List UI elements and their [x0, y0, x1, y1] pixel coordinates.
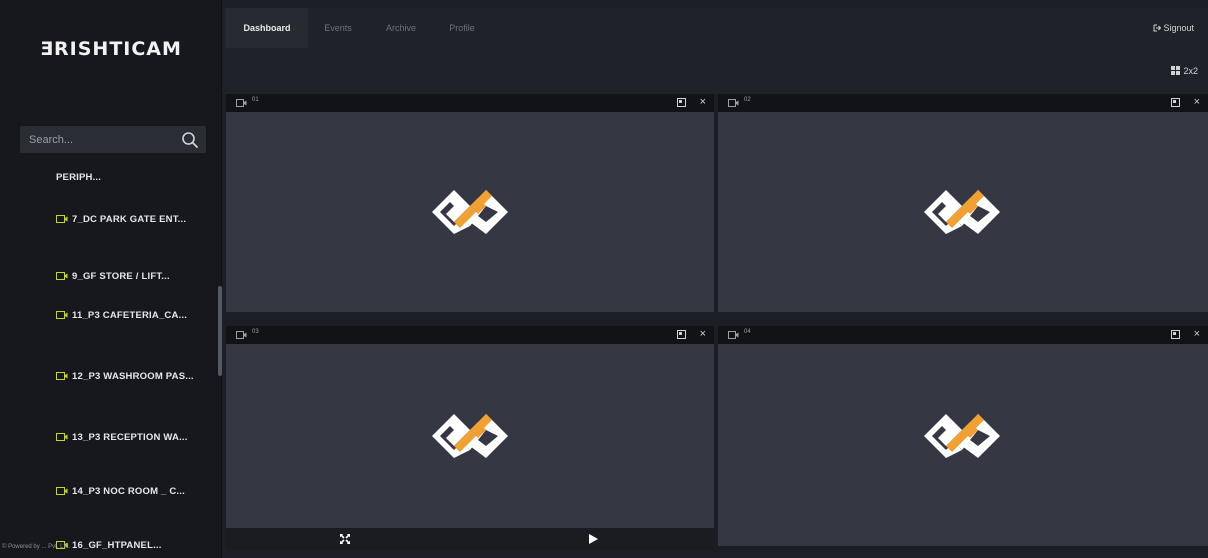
- layout-label: 2x2: [1183, 66, 1198, 76]
- sidebar: ƎRISHTICAM PERIPH... 7_DC PARK GATE ENT.…: [0, 0, 222, 558]
- playback-controls: [226, 528, 714, 550]
- close-icon[interactable]: ×: [700, 327, 706, 341]
- search-box: [20, 126, 206, 153]
- tile-header: 04 ×: [718, 326, 1208, 344]
- tile-header: 02 ×: [718, 94, 1208, 112]
- camera-item-label: 13_P3 RECEPTION WA...: [72, 432, 188, 443]
- camera-icon: [236, 331, 247, 339]
- camera-item-label: PERIPH...: [56, 172, 102, 183]
- camera-item-label: 14_P3 NOC ROOM _ C...: [72, 486, 185, 497]
- camera-item-label: 11_P3 CAFETERIA_CA...: [72, 310, 188, 321]
- tile-label: 04: [744, 329, 751, 335]
- camera-item[interactable]: 11_P3 CAFETERIA_CA...: [56, 310, 196, 322]
- fullscreen-icon[interactable]: [340, 534, 350, 544]
- tile-header: 01 ×: [226, 94, 714, 112]
- drishticam-logo-icon: [432, 190, 508, 234]
- tile-label: 02: [744, 97, 751, 103]
- camera-icon: [236, 99, 247, 107]
- camera-item[interactable]: 9_GF STORE / LIFT...: [56, 271, 196, 283]
- expand-icon[interactable]: [1171, 98, 1180, 107]
- close-icon[interactable]: ×: [1194, 327, 1200, 341]
- grid-icon: [1171, 66, 1181, 75]
- camera-item[interactable]: 13_P3 RECEPTION WA...: [56, 432, 196, 444]
- brand-logo[interactable]: ƎRISHTICAM: [0, 38, 222, 60]
- tab-dashboard[interactable]: Dashboard: [226, 8, 308, 48]
- camera-icon: [728, 331, 739, 339]
- camera-icon: [56, 311, 68, 319]
- camera-item[interactable]: 7_DC PARK GATE ENT...: [56, 214, 196, 226]
- close-icon[interactable]: ×: [1194, 95, 1200, 109]
- video-tile[interactable]: 01 ×: [226, 94, 714, 312]
- sidebar-scrollbar[interactable]: [218, 286, 222, 376]
- expand-icon[interactable]: [677, 330, 686, 339]
- camera-item[interactable]: 12_P3 WASHROOM PAS...: [56, 371, 196, 383]
- layout-selector[interactable]: 2x2: [1171, 66, 1198, 76]
- drishticam-logo-icon: [924, 414, 1000, 458]
- signout-icon: [1153, 24, 1162, 32]
- bottom-gap: [718, 546, 1208, 558]
- camera-icon: [56, 487, 68, 495]
- top-nav: Dashboard Events Archive Profile Signout: [222, 8, 1208, 48]
- expand-icon[interactable]: [677, 98, 686, 107]
- search-icon[interactable]: [181, 131, 199, 149]
- camera-icon: [56, 372, 68, 380]
- camera-item-label: 9_GF STORE / LIFT...: [72, 271, 170, 282]
- drishticam-logo-icon: [432, 414, 508, 458]
- camera-icon: [56, 272, 68, 280]
- camera-item-label: 16_GF_HTPANEL...: [72, 540, 162, 550]
- search-input[interactable]: [20, 126, 170, 153]
- camera-item-label: 12_P3 WASHROOM PAS...: [72, 371, 194, 382]
- expand-icon[interactable]: [1171, 330, 1180, 339]
- camera-list: PERIPH... 7_DC PARK GATE ENT... 9_GF STO…: [0, 160, 216, 550]
- camera-item[interactable]: 14_P3 NOC ROOM _ C...: [56, 486, 196, 498]
- tab-events[interactable]: Events: [314, 8, 362, 48]
- footer-copyright: © Powered by ... Pvt. Ltd.: [2, 544, 71, 550]
- toolbar: 2x2: [222, 48, 1208, 94]
- tile-label: 01: [252, 97, 259, 103]
- signout-button[interactable]: Signout: [1153, 8, 1194, 48]
- camera-item-label: 7_DC PARK GATE ENT...: [72, 214, 187, 225]
- video-tile[interactable]: 03 ×: [226, 326, 714, 528]
- tab-profile[interactable]: Profile: [440, 8, 484, 48]
- camera-icon: [728, 99, 739, 107]
- signout-label: Signout: [1163, 23, 1194, 33]
- camera-icon: [56, 215, 68, 223]
- camera-item[interactable]: 16_GF_HTPANEL...: [56, 540, 196, 550]
- play-icon[interactable]: [588, 534, 598, 544]
- drishticam-logo-icon: [924, 190, 1000, 234]
- camera-icon: [56, 433, 68, 441]
- video-tile[interactable]: 02 ×: [718, 94, 1208, 312]
- tile-header: 03 ×: [226, 326, 714, 344]
- video-tile[interactable]: 04 ×: [718, 326, 1208, 546]
- camera-item[interactable]: PERIPH...: [56, 172, 196, 184]
- app: ƎRISHTICAM PERIPH... 7_DC PARK GATE ENT.…: [0, 0, 1208, 558]
- tile-label: 03: [252, 329, 259, 335]
- close-icon[interactable]: ×: [700, 95, 706, 109]
- tab-archive[interactable]: Archive: [374, 8, 428, 48]
